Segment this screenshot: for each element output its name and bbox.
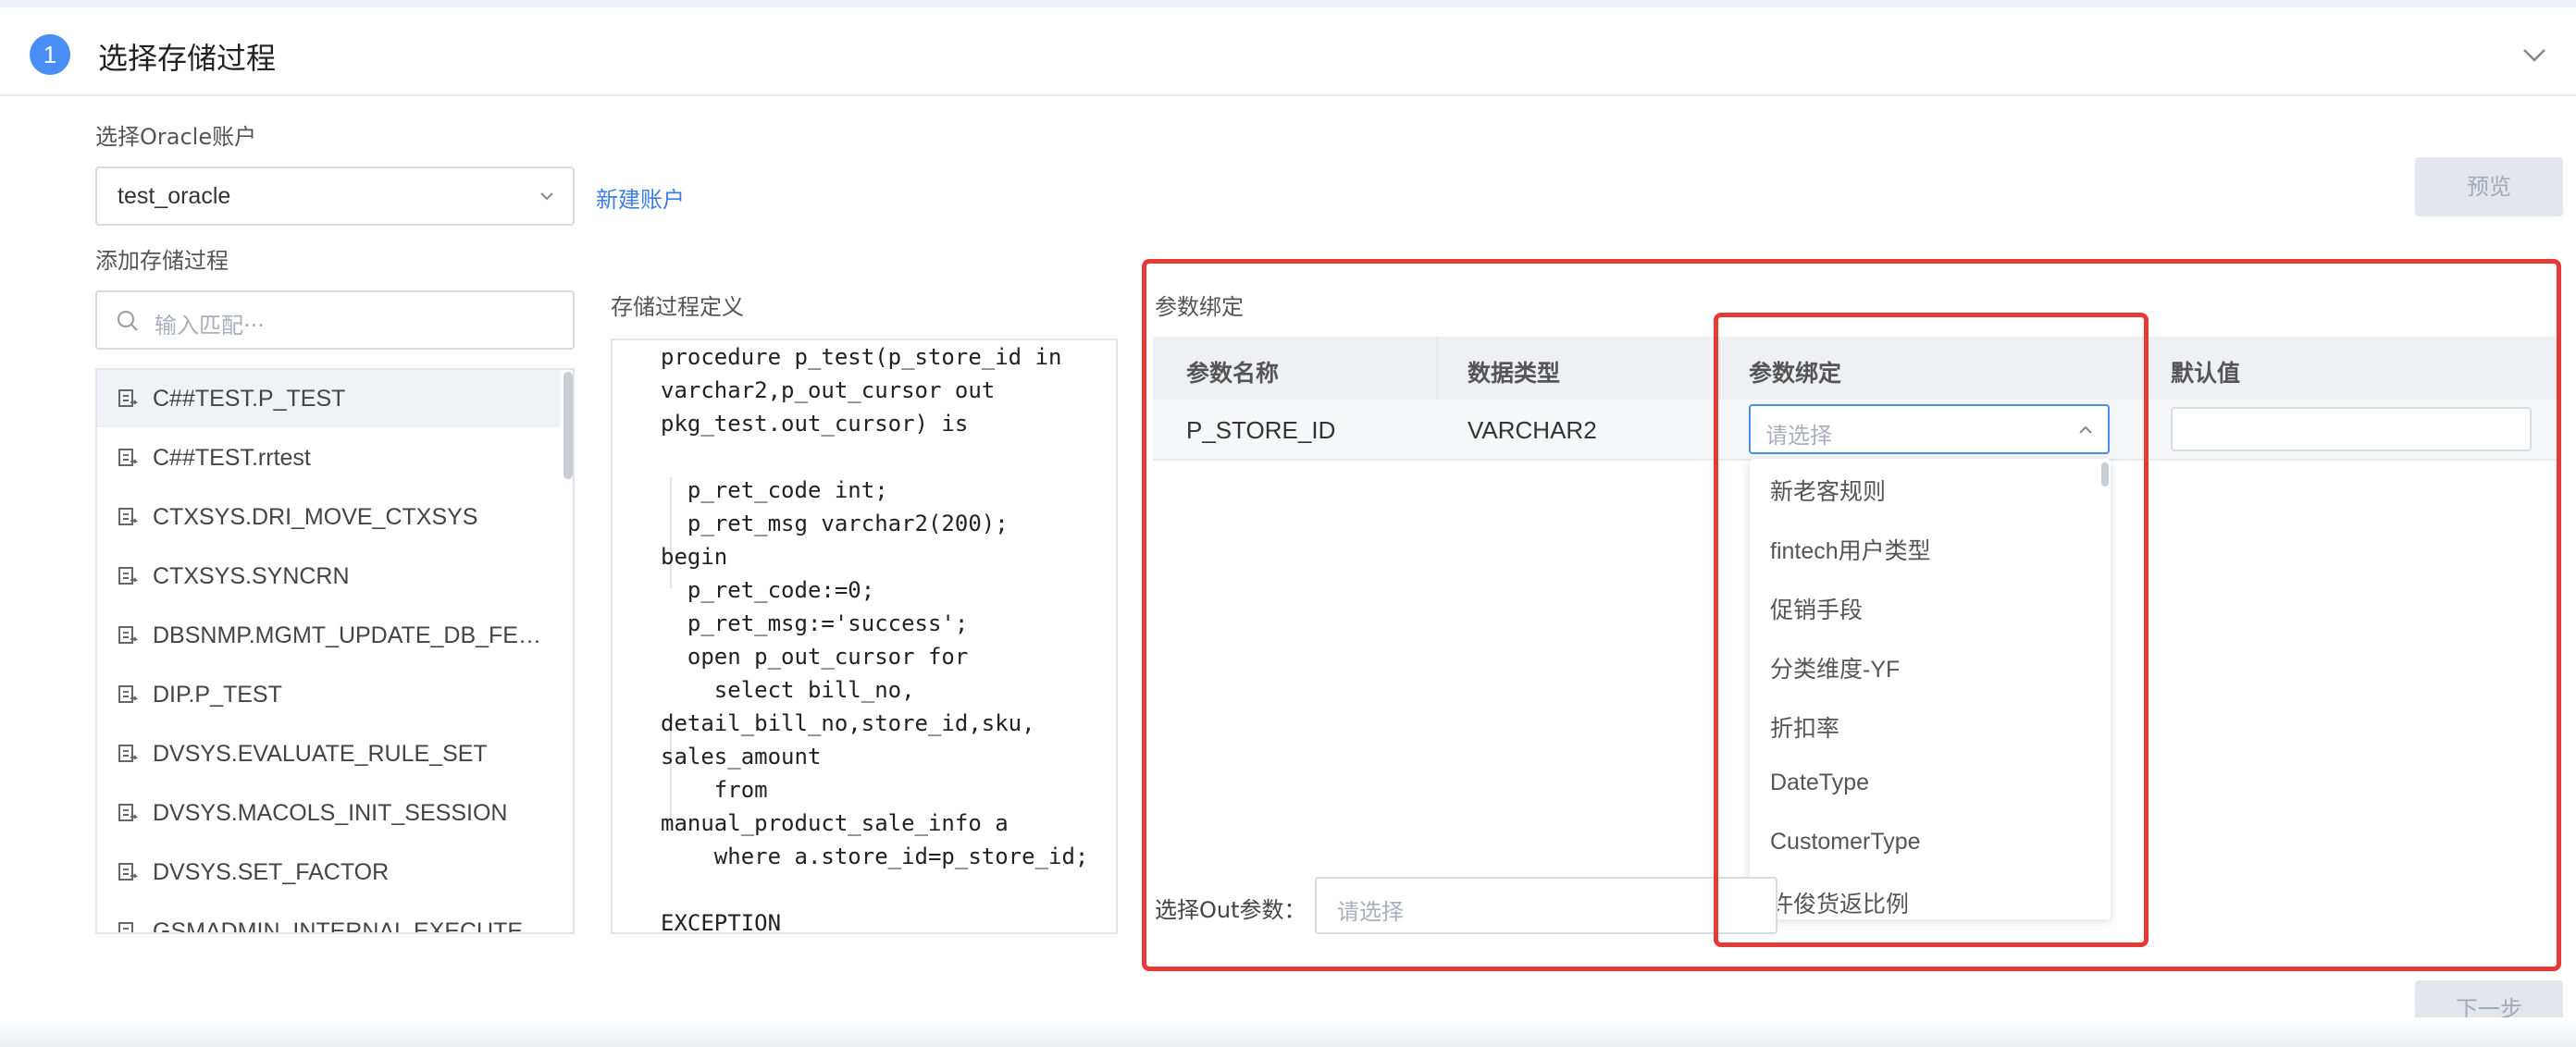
procedure-name: DBSNMP.MGMT_UPDATE_DB_FEATURE_LOG (153, 622, 552, 648)
column-header-type: 数据类型 (1468, 360, 1561, 387)
param-binding-select[interactable]: 请选择 (1749, 404, 2110, 454)
code-line: procedure p_test(p_store_id in (661, 344, 1062, 370)
code-line: p_ret_msg varchar2(200); (661, 511, 1009, 536)
code-line: EXCEPTION (661, 910, 782, 934)
procedure-name: DIP.P_TEST (153, 682, 282, 708)
list-item[interactable]: DVSYS.SET_FACTOR (97, 844, 560, 901)
code-line: varchar2,p_out_cursor out (661, 377, 996, 403)
step-number-badge: 1 (30, 34, 70, 75)
procedure-search-input[interactable]: 输入匹配··· (95, 290, 575, 350)
procedure-icon (118, 567, 138, 585)
dropdown-option[interactable]: 新老客规则 (1770, 474, 1886, 507)
dropdown-option[interactable]: CustomerType (1770, 829, 1921, 856)
procedure-icon (118, 922, 133, 932)
bottom-shadow (0, 1017, 2576, 1047)
list-item[interactable]: DVSYS.MACOLS_INIT_SESSION (97, 784, 560, 842)
add-procedure-label: 添加存储过程 (95, 248, 229, 274)
search-placeholder: 输入匹配··· (155, 313, 265, 339)
preview-button[interactable]: 预览 (2415, 157, 2563, 216)
procedure-name: C##TEST.rrtest (153, 445, 311, 471)
code-line: p_ret_msg:='success'; (661, 610, 969, 636)
dropdown-option[interactable]: 促销手段 (1770, 592, 1863, 625)
code-line: p_ret_code int; (661, 477, 888, 503)
dropdown-option[interactable]: 折扣率 (1770, 710, 1839, 744)
chevron-down-icon[interactable] (2520, 41, 2548, 68)
procedure-icon (118, 626, 138, 644)
list-item[interactable]: C##TEST.P_TEST (97, 370, 560, 427)
procedure-name: CTXSYS.DRI_MOVE_CTXSYS (153, 504, 478, 530)
param-name-cell: P_STORE_ID (1186, 416, 1336, 444)
procedure-icon (118, 389, 138, 407)
code-line: begin (661, 544, 728, 570)
dropdown-option[interactable]: 分类维度-YF (1770, 651, 1900, 684)
step-header[interactable]: 1 选择存储过程 (0, 7, 2576, 96)
chevron-down-icon (540, 192, 553, 201)
list-item[interactable]: CTXSYS.SYNCRN (97, 548, 560, 605)
parameter-binding-label: 参数绑定 (1155, 294, 1244, 320)
procedure-name: DVSYS.EVALUATE_RULE_SET (153, 741, 488, 767)
list-item[interactable]: DIP.P_TEST (97, 666, 560, 723)
code-line: manual_product_sale_info a (661, 810, 1009, 836)
binding-dropdown-menu[interactable]: 新老客规则 fintech用户类型 促销手段 分类维度-YF 折扣率 DateT… (1750, 459, 2111, 919)
list-item[interactable]: DVSYS.EVALUATE_RULE_SET (97, 725, 560, 782)
dropdown-option[interactable]: fintech用户类型 (1770, 533, 1931, 566)
step-title: 选择存储过程 (98, 41, 277, 76)
list-scrollbar[interactable] (564, 372, 573, 479)
code-line: from (661, 777, 768, 803)
oracle-account-label: 选择Oracle账户 (95, 124, 257, 150)
procedure-name: CTXSYS.SYNCRN (153, 563, 350, 589)
procedure-list[interactable]: C##TEST.P_TEST C##TEST.rrtest CTXSYS.DRI… (95, 368, 575, 934)
procedure-name: DVSYS.MACOLS_INIT_SESSION (153, 800, 508, 826)
procedure-name: GSMADMIN_INTERNAL.EXECUTECOMMAND (153, 918, 552, 934)
procedure-definition-code: procedure p_test(p_store_id in varchar2,… (611, 339, 1118, 934)
list-item[interactable]: C##TEST.rrtest (97, 429, 560, 487)
list-item[interactable]: DBSNMP.MGMT_UPDATE_DB_FEATURE_LOG (97, 607, 560, 664)
select-placeholder: 请选择 (1337, 899, 1404, 925)
procedure-icon (118, 685, 138, 703)
out-param-select[interactable]: 请选择 (1315, 877, 1777, 934)
procedure-definition-label: 存储过程定义 (611, 294, 744, 320)
search-icon (118, 311, 138, 331)
code-line: where a.store_id=p_store_id; (661, 844, 1089, 869)
code-line: detail_bill_no,store_id,sku, (661, 710, 1035, 736)
out-param-label: 选择Out参数： (1155, 897, 1307, 923)
column-header-binding: 参数绑定 (1749, 360, 1842, 387)
oracle-account-value: test_oracle (118, 183, 231, 209)
code-line: sales_amount (661, 744, 822, 770)
param-type-cell: VARCHAR2 (1468, 416, 1597, 444)
dropdown-option[interactable]: 许俊货返比例 (1770, 886, 1909, 919)
table-header: 参数名称 数据类型 参数绑定 默认值 (1153, 337, 2559, 400)
procedure-icon (118, 508, 138, 525)
procedure-name: C##TEST.P_TEST (153, 386, 346, 412)
select-placeholder: 请选择 (1765, 423, 1832, 449)
code-line: p_ret_code:=0; (661, 577, 875, 603)
chevron-up-icon (2079, 425, 2092, 434)
column-header-default: 默认值 (2171, 360, 2241, 387)
dropdown-scrollbar[interactable] (2101, 462, 2109, 487)
top-border (0, 0, 2576, 7)
code-line: pkg_test.out_cursor) is (661, 411, 969, 437)
procedure-icon (118, 863, 138, 881)
procedure-icon (118, 449, 138, 466)
code-line: select bill_no, (661, 677, 915, 703)
default-value-input[interactable] (2171, 407, 2532, 451)
dropdown-option[interactable]: DateType (1770, 770, 1869, 796)
new-account-link[interactable]: 新建账户 (596, 181, 685, 214)
procedure-icon (118, 804, 138, 821)
code-line: open p_out_cursor for (661, 644, 969, 670)
procedure-icon (118, 745, 138, 762)
list-item[interactable]: GSMADMIN_INTERNAL.EXECUTECOMMAND (97, 903, 560, 934)
column-header-name: 参数名称 (1186, 360, 1280, 387)
list-item[interactable]: CTXSYS.DRI_MOVE_CTXSYS (97, 488, 560, 546)
procedure-name: DVSYS.SET_FACTOR (153, 859, 390, 885)
oracle-account-select[interactable]: test_oracle (95, 166, 575, 226)
